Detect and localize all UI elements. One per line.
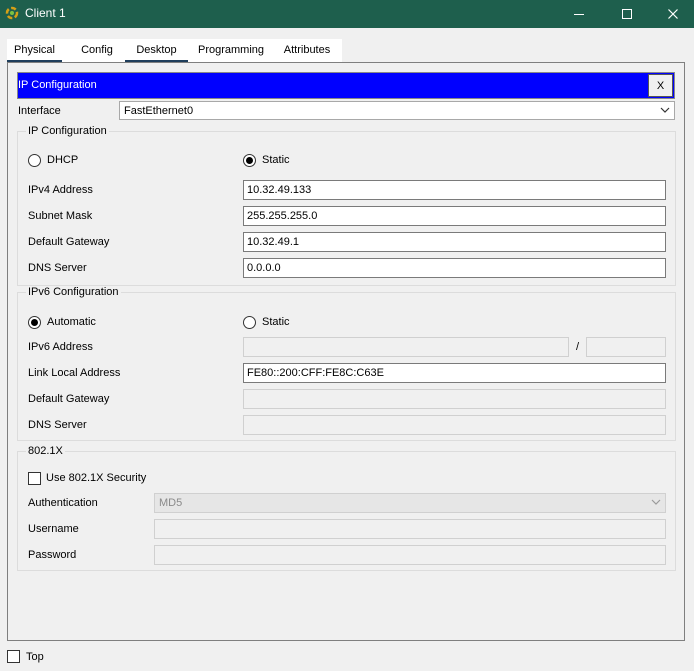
ipv4-dns-value: 0.0.0.0 (247, 262, 281, 274)
header-close-button[interactable]: X (648, 74, 673, 97)
title-bar: Client 1 (0, 0, 694, 28)
close-icon: X (656, 79, 665, 92)
interface-select[interactable]: FastEthernet0 (119, 101, 675, 120)
tab-bar: Physical Config Desktop Programming Attr… (7, 39, 342, 62)
top-checkbox[interactable] (7, 650, 20, 663)
prefix-separator: / (576, 341, 580, 353)
authentication-select[interactable]: MD5 (154, 493, 666, 513)
ipv4-address-input[interactable]: 10.32.49.133 (243, 180, 666, 200)
tab-attributes[interactable]: Attributes (275, 39, 339, 62)
ipv4-gateway-value: 10.32.49.1 (247, 236, 299, 248)
ipv6-prefix-input[interactable] (586, 337, 666, 357)
maximize-button[interactable] (604, 0, 650, 28)
ipv6-address-input[interactable] (243, 337, 569, 357)
minimize-icon (574, 14, 584, 15)
chevron-down-icon (660, 107, 670, 113)
link-local-label: Link Local Address (28, 367, 121, 379)
subnet-mask-label: Subnet Mask (28, 210, 93, 222)
top-label: Top (26, 651, 44, 663)
interface-label: Interface (18, 105, 61, 117)
ipv4-gateway-input[interactable]: 10.32.49.1 (243, 232, 666, 252)
close-icon (668, 9, 678, 19)
ipv6-group-title: IPv6 Configuration (26, 286, 121, 298)
subnet-mask-input[interactable]: 255.255.255.0 (243, 206, 666, 226)
subnet-mask-value: 255.255.255.0 (247, 210, 318, 222)
ip-config-header: IP Configuration X (17, 72, 675, 99)
username-input[interactable] (154, 519, 666, 539)
authentication-label: Authentication (28, 497, 98, 509)
app-icon (5, 6, 19, 20)
ipv4-gateway-label: Default Gateway (28, 236, 110, 248)
maximize-icon (622, 9, 632, 19)
ipv6-address-label: IPv6 Address (28, 341, 93, 353)
use-dot1x-checkbox[interactable] (28, 472, 41, 485)
ipv4-group-title: IP Configuration (26, 125, 109, 137)
password-input[interactable] (154, 545, 666, 565)
username-label: Username (28, 523, 79, 535)
ipv6-dns-label: DNS Server (28, 419, 87, 431)
ipv6-static-label: Static (262, 316, 290, 328)
ipv6-gateway-input[interactable] (243, 389, 666, 409)
tab-config[interactable]: Config (69, 39, 125, 62)
ipv4-static-radio[interactable] (243, 154, 256, 167)
minimize-button[interactable] (556, 0, 602, 28)
dhcp-radio[interactable] (28, 154, 41, 167)
window-title: Client 1 (25, 6, 66, 20)
ipv4-address-value: 10.32.49.133 (247, 184, 312, 196)
use-dot1x-label: Use 802.1X Security (46, 472, 147, 484)
desktop-panel: IP Configuration X Interface FastEtherne… (7, 62, 685, 641)
dot1x-group-title: 802.1X (26, 445, 65, 457)
ipv4-group: IP Configuration DHCP Static IPv4 Addres… (17, 125, 676, 286)
ipv4-address-label: IPv4 Address (28, 184, 93, 196)
tab-desktop[interactable]: Desktop (125, 39, 188, 62)
dot1x-group: 802.1X Use 802.1X Security Authenticatio… (17, 445, 676, 571)
ipv4-static-label: Static (262, 154, 290, 166)
ipv6-static-radio[interactable] (243, 316, 256, 329)
password-label: Password (28, 549, 77, 561)
close-window-button[interactable] (650, 0, 694, 28)
ipv6-dns-input[interactable] (243, 415, 666, 435)
link-local-value: FE80::200:CFF:FE8C:C63E (247, 367, 384, 379)
authentication-value: MD5 (159, 497, 183, 509)
ipv6-automatic-radio[interactable] (28, 316, 41, 329)
ipv6-automatic-label: Automatic (47, 316, 96, 328)
header-title: IP Configuration (18, 79, 97, 91)
ipv6-gateway-label: Default Gateway (28, 393, 110, 405)
chevron-down-icon (651, 499, 661, 505)
interface-value: FastEthernet0 (124, 105, 194, 117)
ipv4-dns-input[interactable]: 0.0.0.0 (243, 258, 666, 278)
tab-physical[interactable]: Physical (7, 39, 62, 62)
dhcp-label: DHCP (47, 154, 79, 166)
ipv6-group: IPv6 Configuration Automatic Static IPv6… (17, 286, 676, 441)
tab-programming[interactable]: Programming (193, 39, 269, 62)
ipv4-dns-label: DNS Server (28, 262, 87, 274)
link-local-input[interactable]: FE80::200:CFF:FE8C:C63E (243, 363, 666, 383)
